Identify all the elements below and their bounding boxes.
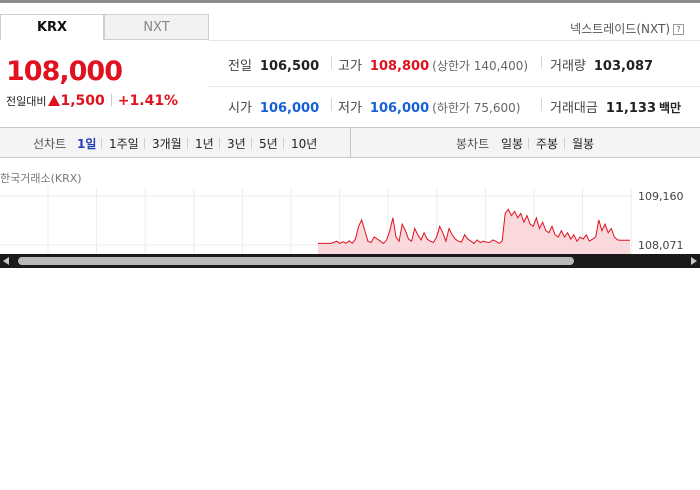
period-3y[interactable]: 3년 bbox=[227, 135, 246, 152]
period-1w[interactable]: 1주일 bbox=[109, 135, 139, 152]
stat-label: 전일 bbox=[228, 59, 252, 74]
candle-chart-label: 봉차트 bbox=[456, 137, 490, 151]
candle-daily[interactable]: 일봉 bbox=[501, 135, 523, 152]
period-separator bbox=[564, 138, 565, 149]
stat-label: 시가 bbox=[228, 101, 252, 116]
period-separator bbox=[283, 138, 284, 149]
stat-row-divider bbox=[209, 86, 700, 87]
nxt-link-label: 넥스트레이드(NXT) bbox=[570, 22, 670, 36]
stat-label: 거래대금 bbox=[550, 101, 598, 116]
stat-value: 106,000 bbox=[369, 101, 430, 116]
current-price: 108,000 bbox=[6, 56, 123, 87]
scroll-left-arrow-icon[interactable] bbox=[3, 257, 9, 265]
help-icon[interactable]: ? bbox=[673, 24, 684, 35]
stat-divider bbox=[331, 56, 332, 69]
change-separator bbox=[110, 94, 112, 106]
stat-divider bbox=[541, 56, 542, 69]
lower-limit: (하한가 75,600) bbox=[432, 101, 521, 115]
candle-monthly[interactable]: 월봉 bbox=[572, 135, 594, 152]
stat-value: 11,133 bbox=[605, 101, 657, 116]
period-separator bbox=[528, 138, 529, 149]
period-toolbar: 선차트 1일 1주일 3개월 1년 3년 5년 10년 봉차트 일봉 주봉 월봉 bbox=[0, 127, 700, 158]
stat-value: 106,000 bbox=[259, 101, 320, 116]
price-change: 전일대비 1,500 +1.41% bbox=[6, 93, 178, 109]
chart-source: 한국거래소(KRX) bbox=[0, 172, 82, 185]
stat-volume: 거래량 103,087 bbox=[550, 55, 653, 74]
stat-label: 고가 bbox=[338, 59, 362, 74]
chart-scrollbar[interactable] bbox=[0, 254, 700, 268]
change-label: 전일대비 bbox=[6, 95, 47, 108]
stat-prev-close: 전일 106,500 bbox=[228, 55, 319, 74]
stat-unit: 백만 bbox=[659, 101, 682, 115]
candle-weekly[interactable]: 주봉 bbox=[536, 135, 558, 152]
line-chart-label: 선차트 bbox=[33, 137, 67, 151]
period-separator bbox=[219, 138, 220, 149]
change-percent: +1.41% bbox=[117, 93, 179, 109]
intraday-chart: 109,160 108,071 bbox=[0, 188, 684, 254]
period-10y[interactable]: 10년 bbox=[291, 135, 317, 152]
stat-divider bbox=[541, 98, 542, 111]
y-tick-label: 109,160 bbox=[638, 190, 684, 203]
toolbar-divider bbox=[350, 128, 351, 157]
stat-high: 고가 108,800 (상한가 140,400) bbox=[338, 55, 528, 74]
up-triangle-icon bbox=[48, 95, 61, 106]
tab-krx[interactable]: KRX bbox=[0, 14, 104, 40]
top-border bbox=[0, 0, 700, 3]
nxt-link[interactable]: 넥스트레이드(NXT)? bbox=[570, 20, 684, 37]
period-5y[interactable]: 5년 bbox=[259, 135, 278, 152]
stat-value: 108,800 bbox=[369, 59, 430, 74]
period-1d[interactable]: 1일 bbox=[77, 135, 96, 152]
period-separator bbox=[144, 138, 145, 149]
period-separator bbox=[251, 138, 252, 149]
stat-value: 103,087 bbox=[593, 59, 654, 74]
scroll-right-arrow-icon[interactable] bbox=[691, 257, 697, 265]
period-separator bbox=[187, 138, 188, 149]
stat-low: 저가 106,000 (하한가 75,600) bbox=[338, 97, 520, 116]
stat-divider bbox=[331, 98, 332, 111]
stat-value: 106,500 bbox=[259, 59, 320, 74]
y-tick-label: 108,071 bbox=[638, 239, 684, 252]
period-3m[interactable]: 3개월 bbox=[152, 135, 182, 152]
stat-amount: 거래대금 11,133 백만 bbox=[550, 97, 681, 116]
upper-limit: (상한가 140,400) bbox=[432, 59, 529, 73]
tab-divider bbox=[209, 40, 700, 41]
tab-nxt[interactable]: NXT bbox=[104, 14, 209, 40]
stat-open: 시가 106,000 bbox=[228, 97, 319, 116]
period-1y[interactable]: 1년 bbox=[195, 135, 214, 152]
scroll-thumb[interactable] bbox=[18, 257, 574, 265]
change-amount: 1,500 bbox=[60, 93, 105, 109]
period-separator bbox=[101, 138, 102, 149]
stat-label: 저가 bbox=[338, 101, 362, 116]
stat-label: 거래량 bbox=[550, 59, 586, 74]
